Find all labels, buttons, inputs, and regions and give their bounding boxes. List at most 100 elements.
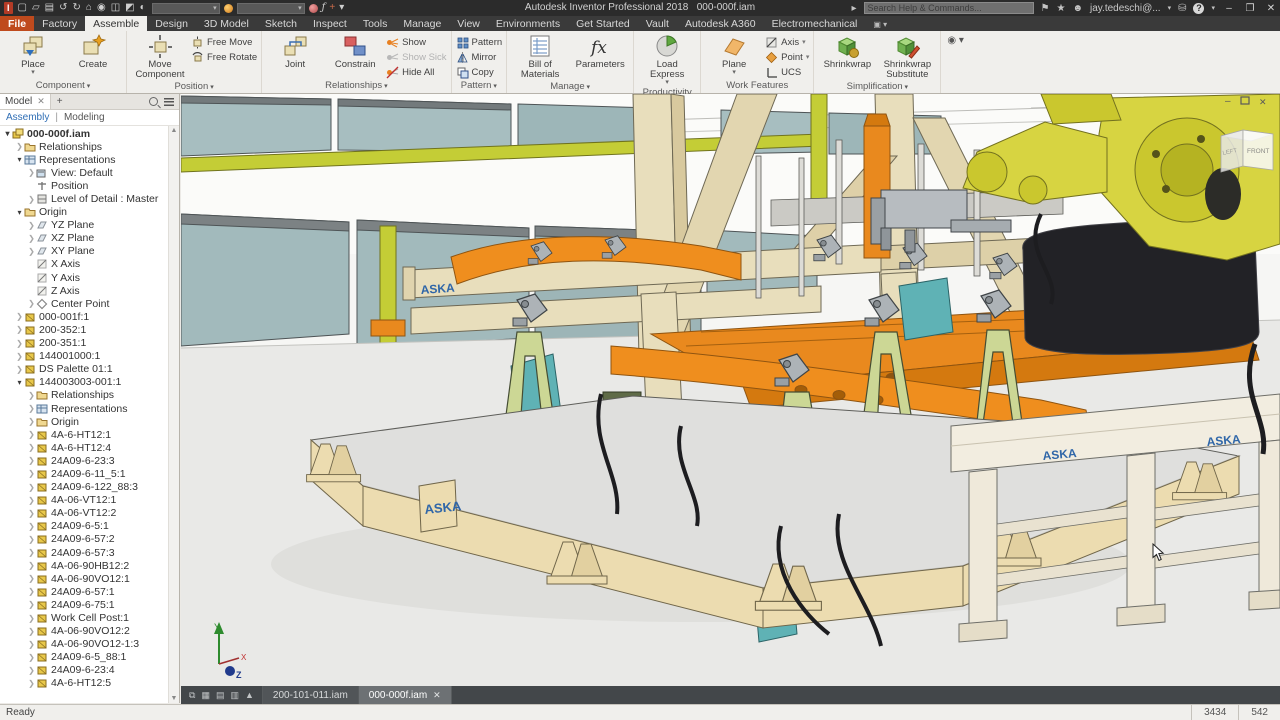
expand-closed-icon[interactable]: ❯ — [27, 653, 36, 662]
expand-closed-icon[interactable]: ❯ — [15, 365, 24, 374]
expand-closed-icon[interactable]: ❯ — [15, 142, 24, 151]
tree-item[interactable]: ❯XZ Plane — [0, 232, 179, 245]
mode-modeling[interactable]: Modeling — [64, 112, 105, 123]
expand-closed-icon[interactable]: ❯ — [27, 535, 36, 544]
expand-closed-icon[interactable]: ❯ — [27, 666, 36, 675]
expand-closed-icon[interactable]: ❯ — [15, 312, 24, 321]
tree-item[interactable]: ❯XY Plane — [0, 245, 179, 258]
restore-button[interactable]: ❐ — [1243, 3, 1257, 14]
material-sphere-icon[interactable] — [224, 4, 233, 13]
expand-closed-icon[interactable]: ❯ — [27, 548, 36, 557]
tab-view[interactable]: View — [449, 16, 488, 31]
user-dropdown-icon[interactable]: ▾ — [1168, 4, 1172, 12]
expand-closed-icon[interactable]: ❯ — [27, 496, 36, 505]
minimize-button[interactable]: – — [1222, 3, 1236, 14]
measure-icon[interactable]: ◫ — [111, 2, 120, 14]
expand-closed-icon[interactable]: ❯ — [27, 483, 36, 492]
browser-tab-close-icon[interactable]: ✕ — [37, 96, 45, 107]
expand-search-icon[interactable]: ▸ — [852, 3, 857, 14]
tree-item[interactable]: ❯Center Point — [0, 297, 179, 310]
user-name[interactable]: jay.tedeschi@... — [1090, 3, 1161, 14]
expand-closed-icon[interactable]: ❯ — [27, 469, 36, 478]
tree-item[interactable]: ❯DS Palette 01:1 — [0, 363, 179, 376]
tree-item[interactable]: ❯4A-06-VT12:2 — [0, 507, 179, 520]
expand-closed-icon[interactable]: ❯ — [27, 456, 36, 465]
appearance-sphere-icon[interactable] — [309, 4, 318, 13]
tab-tools[interactable]: Tools — [355, 16, 396, 31]
tab-inspect[interactable]: Inspect — [305, 16, 355, 31]
expand-closed-icon[interactable]: ❯ — [27, 600, 36, 609]
expand-closed-icon[interactable]: ❯ — [27, 627, 36, 636]
free-move-button[interactable]: Free Move — [191, 35, 257, 49]
redo-icon[interactable]: ↻ — [73, 2, 81, 14]
expand-closed-icon[interactable]: ❯ — [27, 561, 36, 570]
expand-closed-icon[interactable]: ❯ — [27, 522, 36, 531]
expand-closed-icon[interactable]: ❯ — [27, 391, 36, 400]
tree-item[interactable]: ❯24A09-6-23:4 — [0, 664, 179, 677]
free-rotate-button[interactable]: Free Rotate — [191, 50, 257, 64]
tab-get-started[interactable]: Get Started — [568, 16, 638, 31]
expand-open-icon[interactable]: ▾ — [15, 378, 24, 387]
tree-item[interactable]: X Axis — [0, 258, 179, 271]
tree-item[interactable]: ❯200-352:1 — [0, 323, 179, 336]
tree-item[interactable]: ❯24A09-6-57:1 — [0, 585, 179, 598]
expand-closed-icon[interactable]: ❯ — [27, 574, 36, 583]
shrinkwrap-substitute-button[interactable]: Shrinkwrap Substitute — [878, 33, 936, 80]
mode-assembly[interactable]: Assembly — [6, 112, 49, 123]
open-icon[interactable]: ▱ — [32, 2, 40, 14]
undo-icon[interactable]: ↺ — [59, 2, 67, 14]
doc-close-button[interactable]: ✕ — [1259, 97, 1267, 107]
tree-item[interactable]: ❯View: Default — [0, 166, 179, 179]
tree-item[interactable]: ▾144003003-001:1 — [0, 376, 179, 389]
ribbon-group-label[interactable]: Work Features — [701, 79, 813, 93]
expand-closed-icon[interactable]: ❯ — [27, 509, 36, 518]
dropdown-icon[interactable]: ▾ — [339, 2, 344, 14]
tab-vault[interactable]: Vault — [638, 16, 677, 31]
axis-button[interactable]: Axis▾ — [765, 35, 809, 49]
material-combo[interactable] — [152, 3, 220, 14]
expand-closed-icon[interactable]: ❯ — [27, 587, 36, 596]
fx-icon[interactable]: ƒ — [322, 2, 326, 14]
expand-closed-icon[interactable]: ❯ — [27, 234, 36, 243]
tree-item[interactable]: ❯Origin — [0, 415, 179, 428]
window-arrange-icon-4[interactable]: ▲ — [245, 690, 254, 700]
pennant-icon[interactable]: ⚑ — [1041, 3, 1050, 14]
plane-button[interactable]: Plane▾ — [705, 33, 763, 76]
home-icon[interactable]: ⌂ — [86, 2, 92, 14]
help-dropdown-icon[interactable]: ▾ — [1211, 4, 1215, 12]
expand-closed-icon[interactable]: ❯ — [27, 195, 36, 204]
move-component-button[interactable]: Move Component — [131, 33, 189, 80]
tree-item[interactable]: ❯4A-6-HT12:5 — [0, 677, 179, 690]
tree-item[interactable]: ❯24A09-6-57:3 — [0, 546, 179, 559]
ribbon-group-label[interactable]: Pattern ▾ — [452, 79, 507, 93]
ribbon-group-label[interactable]: Relationships ▾ — [262, 79, 450, 93]
expand-closed-icon[interactable]: ❯ — [27, 168, 36, 177]
save-icon[interactable]: ▤ — [45, 2, 54, 14]
tree-item[interactable]: ❯4A-06-90HB12:2 — [0, 559, 179, 572]
tree-item[interactable]: ❯24A09-6-5:1 — [0, 520, 179, 533]
screencast-icon[interactable]: ▣ ▾ — [865, 16, 895, 31]
bill-of-materials-button[interactable]: Bill of Materials — [511, 33, 569, 80]
expand-closed-icon[interactable]: ❯ — [27, 640, 36, 649]
expand-closed-icon[interactable]: ❯ — [27, 417, 36, 426]
show-button[interactable]: Show — [386, 35, 446, 49]
tree-item[interactable]: ▾000-000f.iam — [0, 127, 179, 140]
star-icon[interactable]: ★ — [1057, 3, 1066, 14]
close-button[interactable]: ✕ — [1264, 3, 1278, 14]
tab-manage[interactable]: Manage — [395, 16, 449, 31]
help-icon[interactable]: ? — [1193, 3, 1204, 14]
tree-item[interactable]: ▾Representations — [0, 153, 179, 166]
ribbon-group-label[interactable]: Manage ▾ — [507, 80, 633, 94]
tree-item[interactable]: ❯4A-06-VT12:1 — [0, 494, 179, 507]
tree-item[interactable]: ❯4A-06-90VO12:1 — [0, 572, 179, 585]
shrinkwrap-button[interactable]: Shrinkwrap — [818, 33, 876, 70]
expand-closed-icon[interactable]: ❯ — [27, 430, 36, 439]
tree-item[interactable]: ▾Origin — [0, 206, 179, 219]
tree-item[interactable]: ❯200-351:1 — [0, 337, 179, 350]
tree-item[interactable]: ❯24A09-6-23:3 — [0, 454, 179, 467]
expand-closed-icon[interactable]: ❯ — [27, 679, 36, 688]
load-express-button[interactable]: Load Express▾ — [638, 33, 696, 86]
browser-add-tab[interactable]: + — [51, 96, 69, 107]
tab-factory[interactable]: Factory — [34, 16, 85, 31]
tree-item[interactable]: ❯24A09-6-11_5:1 — [0, 467, 179, 480]
